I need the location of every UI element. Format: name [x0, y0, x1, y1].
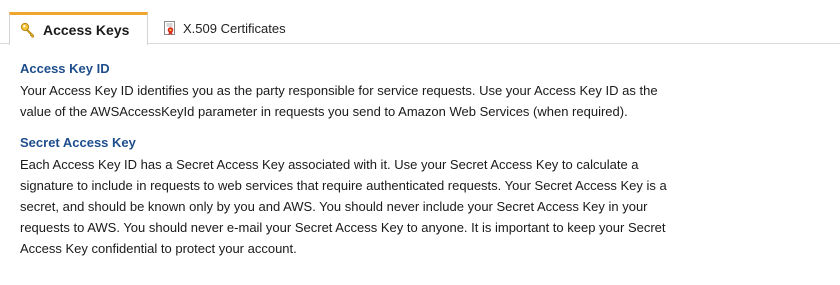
description-line: value of the AWSAccessKeyId parameter in… — [20, 104, 628, 119]
description-line: Access Key confidential to protect your … — [20, 241, 297, 256]
description-line: signature to include in requests to web … — [20, 178, 667, 193]
section-description: Each Access Key ID has a Secret Access K… — [20, 154, 830, 259]
description-line: Your Access Key ID identifies you as the… — [20, 83, 658, 98]
key-icon — [20, 22, 36, 38]
secret-access-key-section: Secret Access Key Each Access Key ID has… — [20, 134, 830, 259]
section-heading-access-key-id: Access Key ID — [20, 61, 110, 76]
description-line: Each Access Key ID has a Secret Access K… — [20, 157, 639, 172]
tab-bar: Access Keys X.509 Certificates — [0, 0, 840, 45]
tab-x509-certificates[interactable]: X.509 Certificates — [152, 12, 327, 44]
tab-label: Access Keys — [43, 22, 130, 38]
section-description: Your Access Key ID identifies you as the… — [20, 80, 830, 122]
access-key-id-section: Access Key ID Your Access Key ID identif… — [20, 60, 830, 122]
tab-access-keys[interactable]: Access Keys — [9, 12, 148, 45]
access-keys-panel: Access Key ID Your Access Key ID identif… — [20, 60, 830, 259]
certificate-icon — [162, 20, 178, 36]
tab-label: X.509 Certificates — [183, 20, 286, 36]
description-line: secret, and should be known only by you … — [20, 199, 648, 214]
description-line: requests to AWS. You should never e-mail… — [20, 220, 666, 235]
section-heading-secret-access-key: Secret Access Key — [20, 135, 136, 150]
